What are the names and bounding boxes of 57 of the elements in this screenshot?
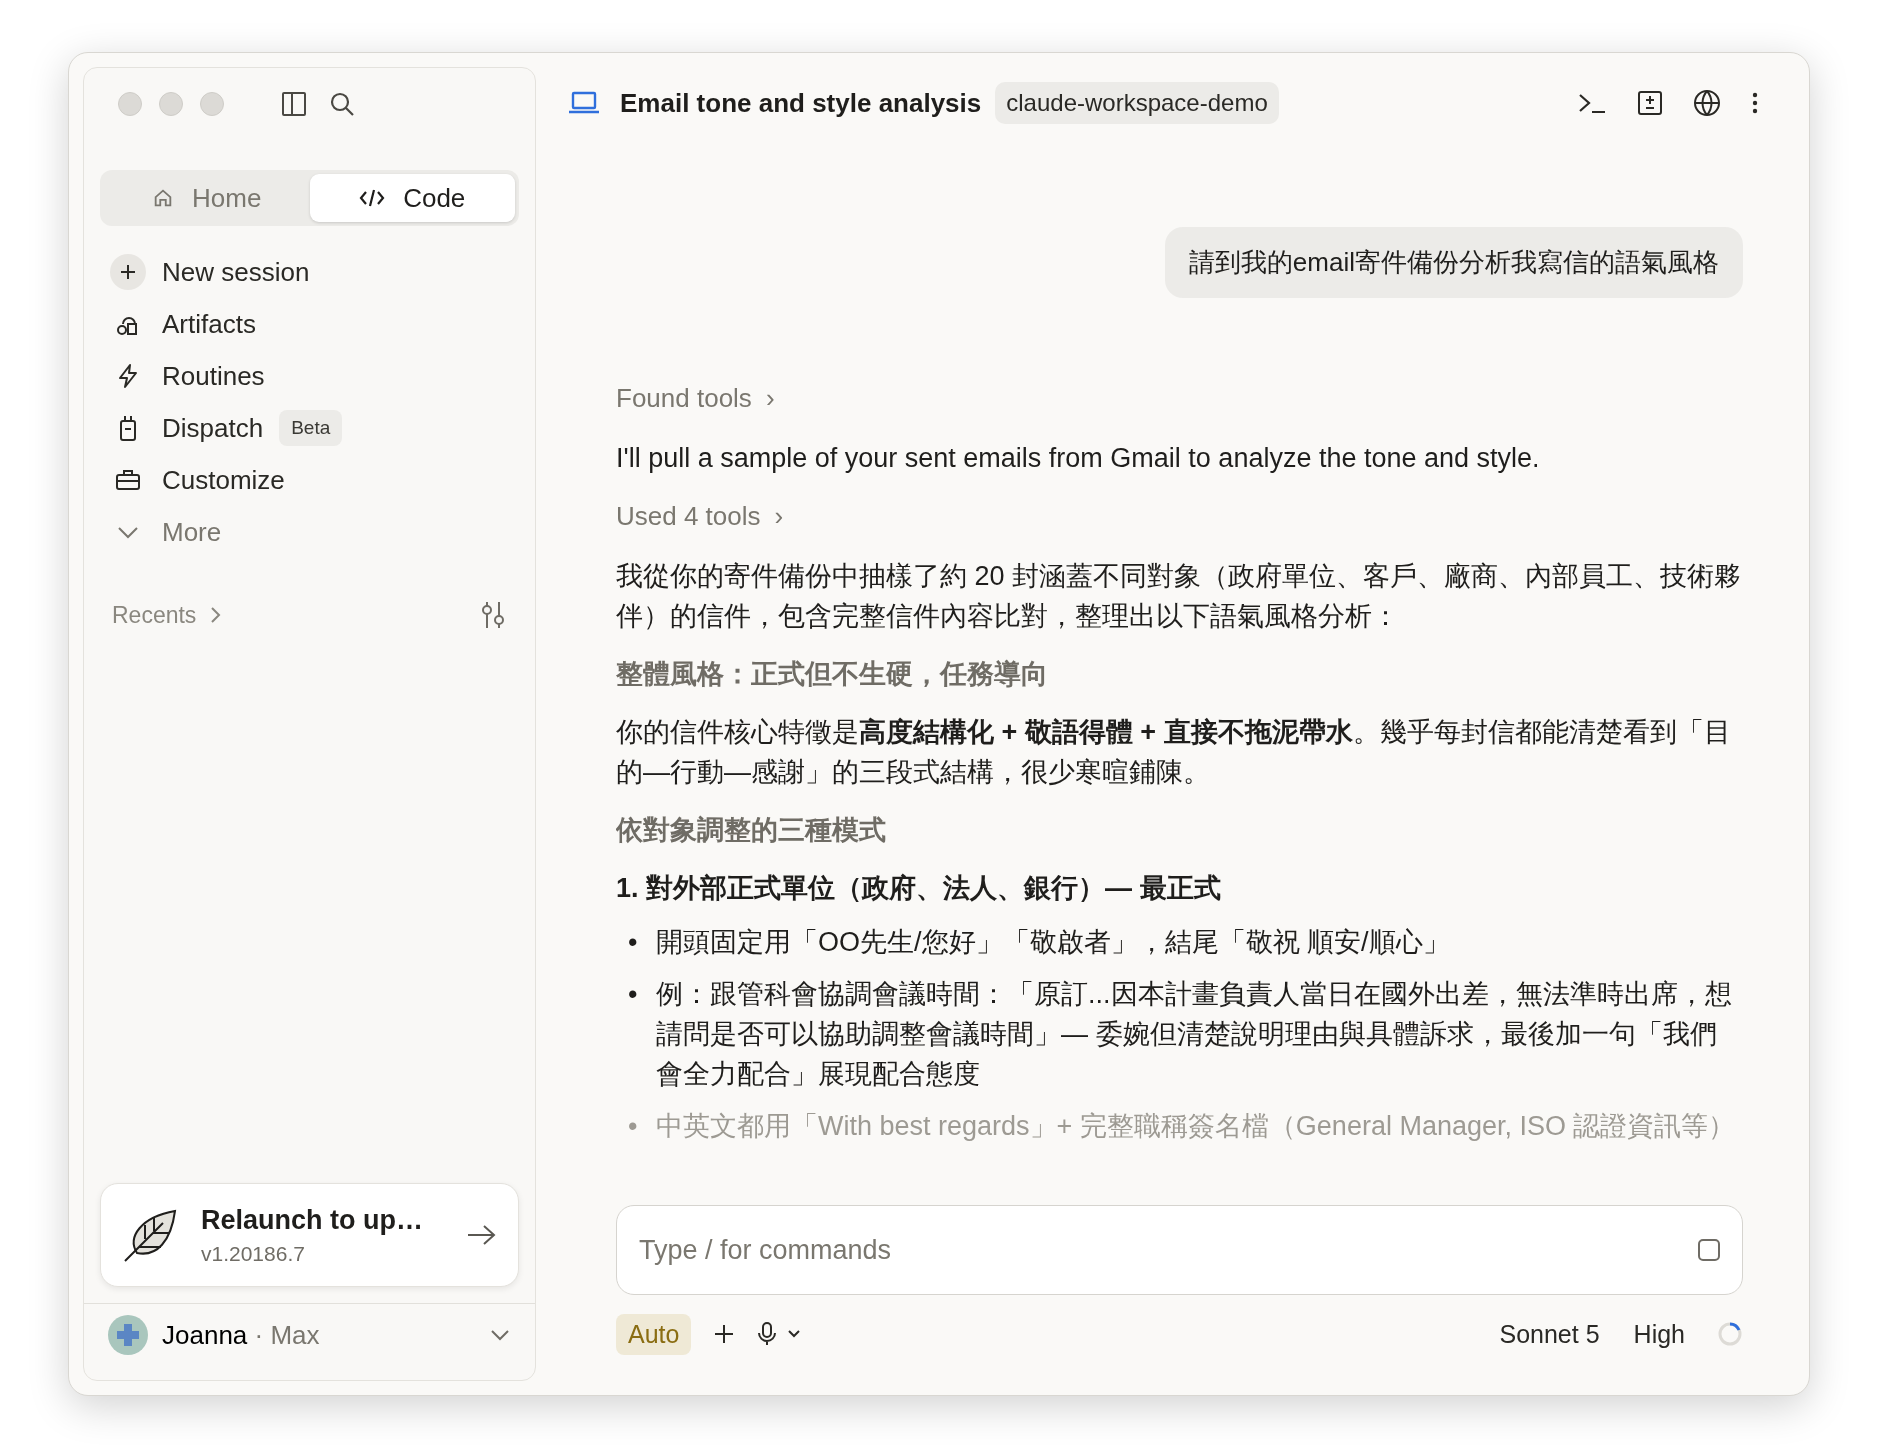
section-heading: 整體風格：正式但不生硬，任務導向 bbox=[616, 658, 1049, 691]
chevron-down-icon[interactable] bbox=[787, 1329, 802, 1339]
filter-sliders-icon[interactable] bbox=[479, 600, 507, 630]
plus-icon bbox=[110, 254, 146, 290]
tool-summary-toggle[interactable]: Found tools › bbox=[616, 378, 775, 418]
version-label: v1.20186.7 bbox=[201, 1241, 306, 1266]
response-paragraph: 我從你的寄件備份中抽樣了約 20 封涵蓋不同對象（政府單位、客戶、廠商、內部員工、技術夥伴）的信件，包含完整信件內容比對，整理出以下語氣風格分析： bbox=[616, 560, 1743, 633]
user-message: 請到我的email寄件備份分析我寫信的語氣風格 bbox=[1164, 227, 1743, 298]
search-icon[interactable] bbox=[329, 91, 355, 117]
nav-link[interactable]: New session bbox=[162, 256, 310, 288]
handheld-device-icon bbox=[117, 414, 139, 442]
tool-summary-toggle[interactable]: Used 4 tools › bbox=[616, 496, 784, 536]
mode-button[interactable]: Auto bbox=[616, 1313, 692, 1355]
response-paragraph: I'll pull a sample of your sent emails from Gmail to analyze the tone and style. bbox=[616, 442, 1541, 475]
update-card[interactable]: Relaunch to up… v1.20186.7 bbox=[100, 1183, 519, 1287]
bullet-text: 開頭固定用「OO先生/您好」「敬啟者」，結尾「敬祝 順安/順心」 bbox=[656, 926, 1450, 959]
bullet-marker: • bbox=[628, 978, 639, 1011]
bullet-text: 例：跟管科會協調會議時間：「原訂...因本計畫負責人當日在國外出差，無法準時出席，想請問是否可以協助調整會議時間」— 委婉但清楚說明理由與具體訴求，最後加一句「我們會全力配合」展現配合態度 bbox=[656, 978, 1733, 1091]
more-options-icon[interactable] bbox=[1751, 91, 1759, 115]
section-heading: 依對象調整的三種模式 bbox=[616, 814, 887, 847]
mode-tab[interactable]: Home bbox=[104, 174, 310, 222]
microphone-icon[interactable] bbox=[757, 1321, 778, 1347]
model-selector[interactable]: Sonnet 5 bbox=[1499, 1319, 1600, 1349]
sidebar-toggle-icon[interactable] bbox=[281, 91, 307, 117]
arrow-right-icon bbox=[466, 1223, 496, 1247]
prompt-field[interactable]: Type / for commands bbox=[616, 1205, 1743, 1295]
session-title: Email tone and style analysis bbox=[620, 87, 982, 119]
nav-link[interactable]: Artifacts bbox=[162, 308, 256, 340]
nav-link[interactable]: Routines bbox=[162, 360, 265, 392]
bullet-marker: • bbox=[628, 1110, 639, 1143]
update-title: Relaunch to up… bbox=[201, 1204, 424, 1236]
avatar-icon bbox=[108, 1315, 148, 1355]
laptop-icon bbox=[568, 91, 600, 115]
lightning-icon bbox=[116, 363, 140, 389]
stop-icon[interactable] bbox=[1697, 1238, 1721, 1262]
nav-link[interactable]: More bbox=[162, 516, 222, 548]
workspace-tag: claude-workspace-demo bbox=[995, 82, 1279, 124]
plus-icon[interactable] bbox=[713, 1323, 736, 1345]
response-paragraph: 你的信件核心特徵是高度結構化 + 敬語得體 + 直接不拖泥帶水。幾乎每封信都能清楚看到「目的—行動—感謝」的三段式結構，很少寒暄鋪陳。 bbox=[616, 716, 1732, 789]
chevron-down-icon bbox=[489, 1328, 511, 1342]
nav-link[interactable]: Dispatch bbox=[162, 412, 264, 444]
account-menu[interactable]: Joanna · Max bbox=[100, 1304, 519, 1366]
terminal-icon[interactable] bbox=[1577, 91, 1607, 115]
loading-spinner-icon bbox=[1717, 1321, 1743, 1347]
globe-icon[interactable] bbox=[1693, 89, 1721, 117]
effort-selector[interactable]: High bbox=[1633, 1319, 1685, 1349]
bullet-marker: • bbox=[628, 926, 639, 959]
beta-badge: Beta bbox=[279, 410, 343, 446]
mode-tab[interactable]: Code bbox=[309, 174, 515, 222]
briefcase-icon bbox=[114, 468, 142, 492]
diff-icon[interactable] bbox=[1637, 90, 1663, 116]
subsection-heading: 1. 對外部正式單位（政府、法人、銀行）— 最正式 bbox=[616, 872, 1222, 905]
nav-link[interactable]: Customize bbox=[162, 464, 285, 496]
bullet-text: 中英文都用「With best regards」+ 完整職稱簽名檔（General Manager, ISO 認證資訊等） bbox=[656, 1110, 1736, 1143]
chevron-right-icon bbox=[210, 605, 223, 625]
leaf-icon bbox=[123, 1207, 179, 1263]
code-icon bbox=[359, 187, 386, 209]
